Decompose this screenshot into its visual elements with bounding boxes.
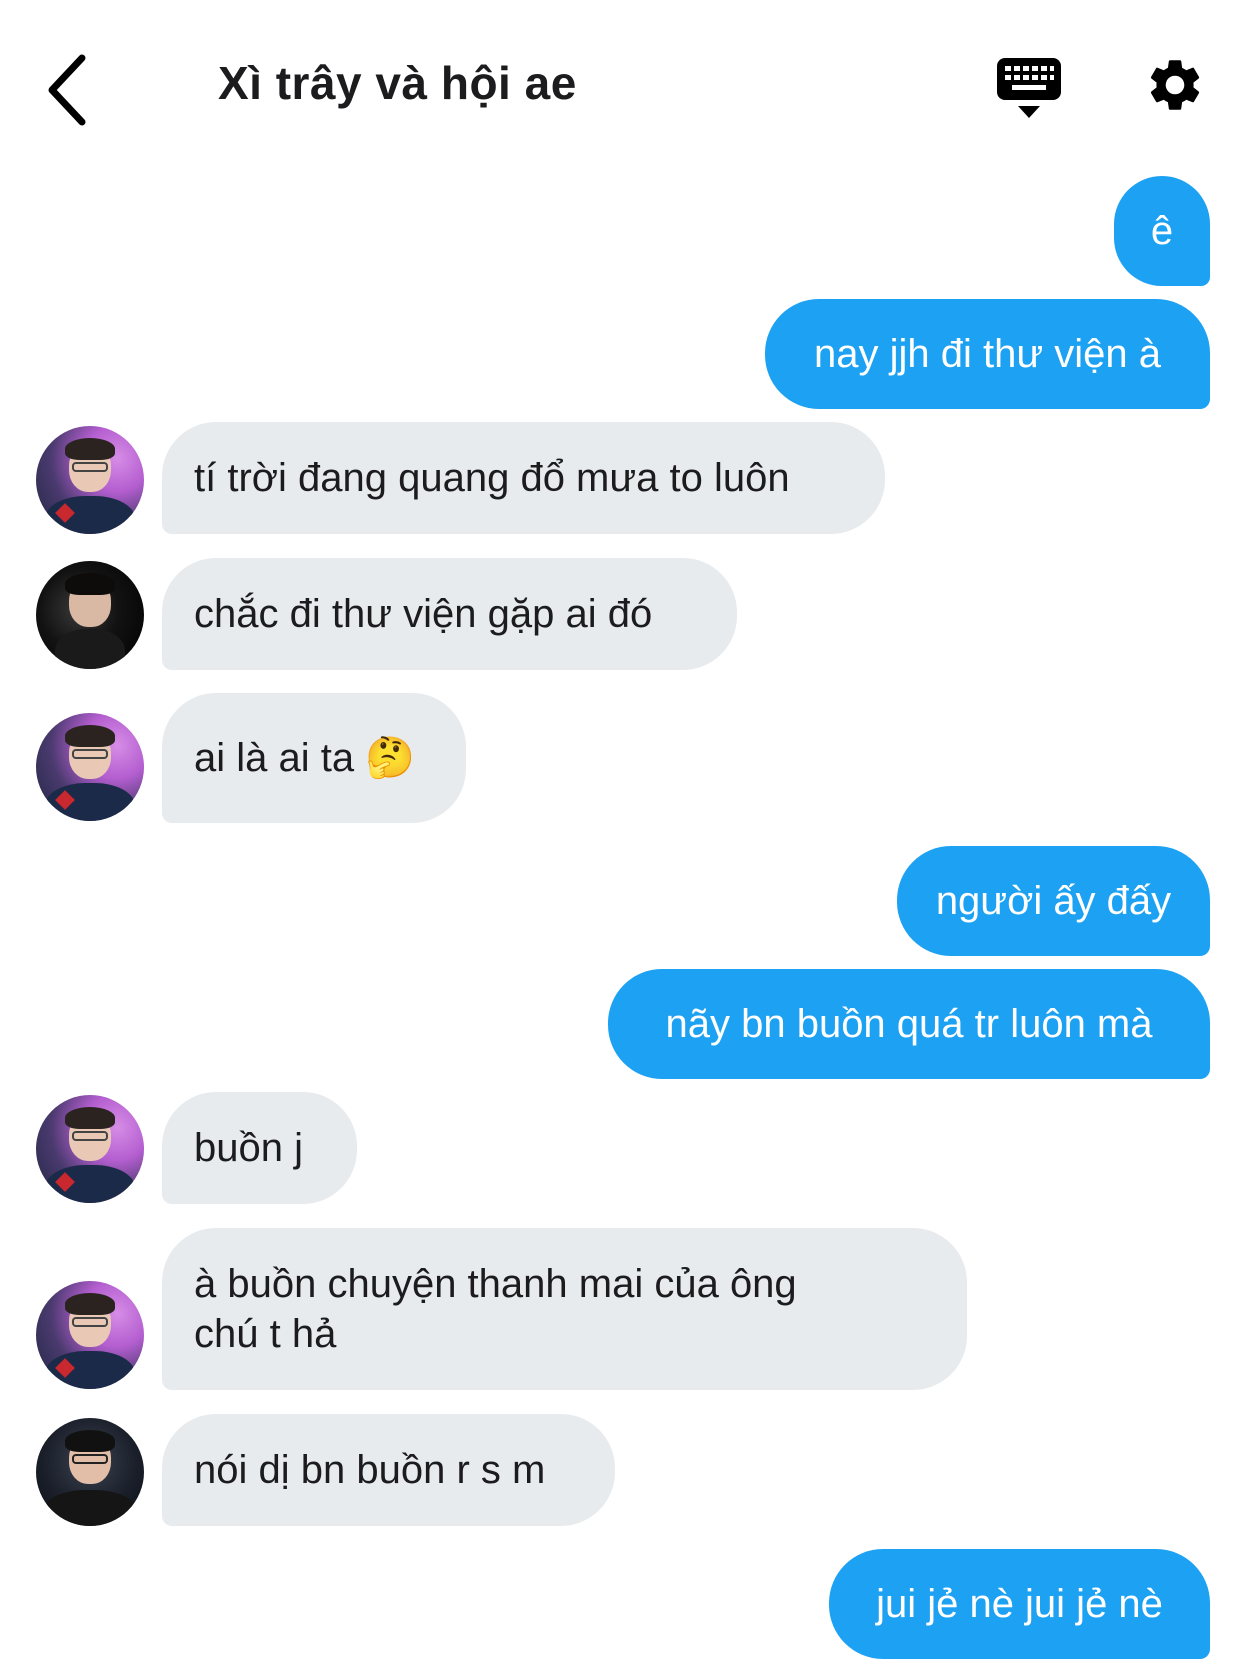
message-outgoing[interactable]: ê bbox=[1114, 176, 1210, 286]
avatar[interactable] bbox=[36, 1281, 144, 1389]
message-incoming[interactable]: ai là ai ta 🤔 bbox=[162, 693, 466, 823]
avatar[interactable] bbox=[36, 1418, 144, 1526]
message-text: chắc đi thư viện gặp ai đó bbox=[194, 592, 653, 636]
message-text: buồn j bbox=[194, 1126, 303, 1170]
avatar[interactable] bbox=[36, 561, 144, 669]
avatar[interactable] bbox=[36, 426, 144, 534]
message-outgoing[interactable]: jui jẻ nè jui jẻ nè bbox=[829, 1549, 1210, 1659]
message-incoming[interactable]: tí trời đang quang đổ mưa to luôn bbox=[162, 422, 885, 534]
message-incoming[interactable]: buồn j bbox=[162, 1092, 357, 1204]
message-outgoing[interactable]: nay jjh đi thư viện à bbox=[765, 299, 1210, 409]
message-outgoing[interactable]: nãy bn buồn quá tr luôn mà bbox=[608, 969, 1210, 1079]
back-button[interactable] bbox=[40, 48, 100, 128]
back-chevron-icon bbox=[48, 54, 86, 126]
keyboard-icon bbox=[997, 58, 1061, 118]
message-incoming[interactable]: nói dị bn buồn r s m bbox=[162, 1414, 615, 1526]
message-outgoing[interactable]: người ấy đấy bbox=[897, 846, 1210, 956]
message-text-line: à buồn chuyện thanh mai của ông bbox=[194, 1262, 797, 1306]
message-incoming[interactable]: chắc đi thư viện gặp ai đó bbox=[162, 558, 737, 670]
message-text: jui jẻ nè jui jẻ nè bbox=[876, 1582, 1163, 1626]
message-text-line: chú t hả bbox=[194, 1312, 337, 1356]
message-text: ai là ai ta 🤔 bbox=[194, 736, 416, 780]
avatar[interactable] bbox=[36, 713, 144, 821]
message-incoming[interactable]: à buồn chuyện thanh mai của ông chú t hả bbox=[162, 1228, 967, 1390]
message-text: nãy bn buồn quá tr luôn mà bbox=[665, 1002, 1153, 1046]
keyboard-button[interactable] bbox=[996, 56, 1062, 120]
chat-header: Xì trây và hội ae bbox=[0, 0, 1242, 160]
message-text: nay jjh đi thư viện à bbox=[814, 332, 1161, 376]
message-text: người ấy đấy bbox=[935, 879, 1172, 923]
message-text: nói dị bn buồn r s m bbox=[194, 1448, 546, 1492]
message-text: tí trời đang quang đổ mưa to luôn bbox=[194, 456, 790, 500]
message-text: ê bbox=[1150, 209, 1174, 253]
settings-button[interactable] bbox=[1144, 54, 1206, 116]
settings-gear-icon bbox=[1150, 60, 1200, 110]
chat-title: Xì trây và hội ae bbox=[218, 57, 577, 109]
avatar[interactable] bbox=[36, 1095, 144, 1203]
